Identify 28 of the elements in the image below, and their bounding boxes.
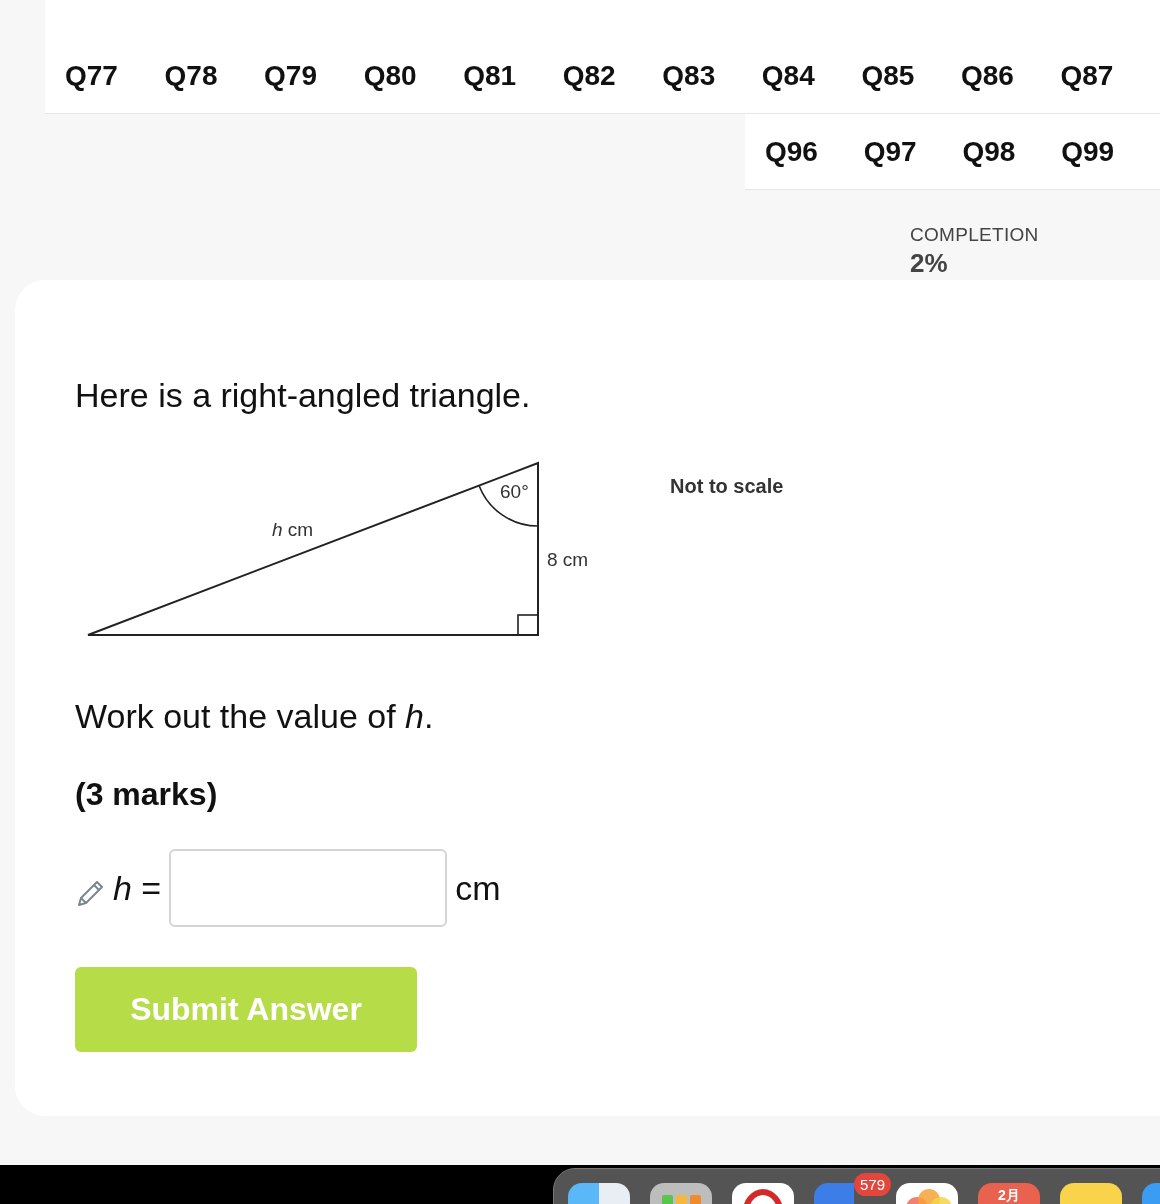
side-label: 8 cm xyxy=(547,549,589,571)
angle-label: 60° xyxy=(500,481,529,503)
marks-text: (3 marks) xyxy=(75,776,219,813)
question-link[interactable]: Q79 xyxy=(264,59,364,92)
question-prompt: Work out the value of h. xyxy=(75,697,435,736)
question-link[interactable]: Q98 xyxy=(962,135,1062,168)
completion-value: 2% xyxy=(910,248,949,279)
question-link[interactable]: Q83 xyxy=(662,59,762,92)
not-to-scale-note: Not to scale xyxy=(670,475,784,499)
question-link[interactable]: Q78 xyxy=(164,59,265,92)
question-link[interactable]: Q81 xyxy=(463,59,563,92)
question-link[interactable]: Q82 xyxy=(562,59,663,92)
question-text: Here is a right-angled triangle. xyxy=(75,376,532,415)
question-link[interactable]: Q87 xyxy=(1060,59,1160,92)
question-link[interactable]: Q84 xyxy=(761,59,862,92)
question-link[interactable]: Q96 xyxy=(765,135,864,168)
question-link[interactable]: Q77 xyxy=(65,59,165,92)
question-link[interactable]: Q85 xyxy=(861,59,961,92)
unit-label: cm xyxy=(455,868,501,908)
completion-label: COMPLETION xyxy=(910,224,1040,246)
answer-field[interactable] xyxy=(169,849,448,927)
variable-label: h = xyxy=(113,868,162,908)
question-link[interactable]: Q86 xyxy=(960,59,1061,92)
question-link[interactable]: Q97 xyxy=(863,135,963,168)
question-link[interactable]: Q80 xyxy=(363,59,464,92)
question-link[interactable]: Q99 xyxy=(1061,135,1160,168)
hypotenuse-label: h cm xyxy=(272,519,314,541)
notification-badge: 579 xyxy=(854,1173,892,1196)
